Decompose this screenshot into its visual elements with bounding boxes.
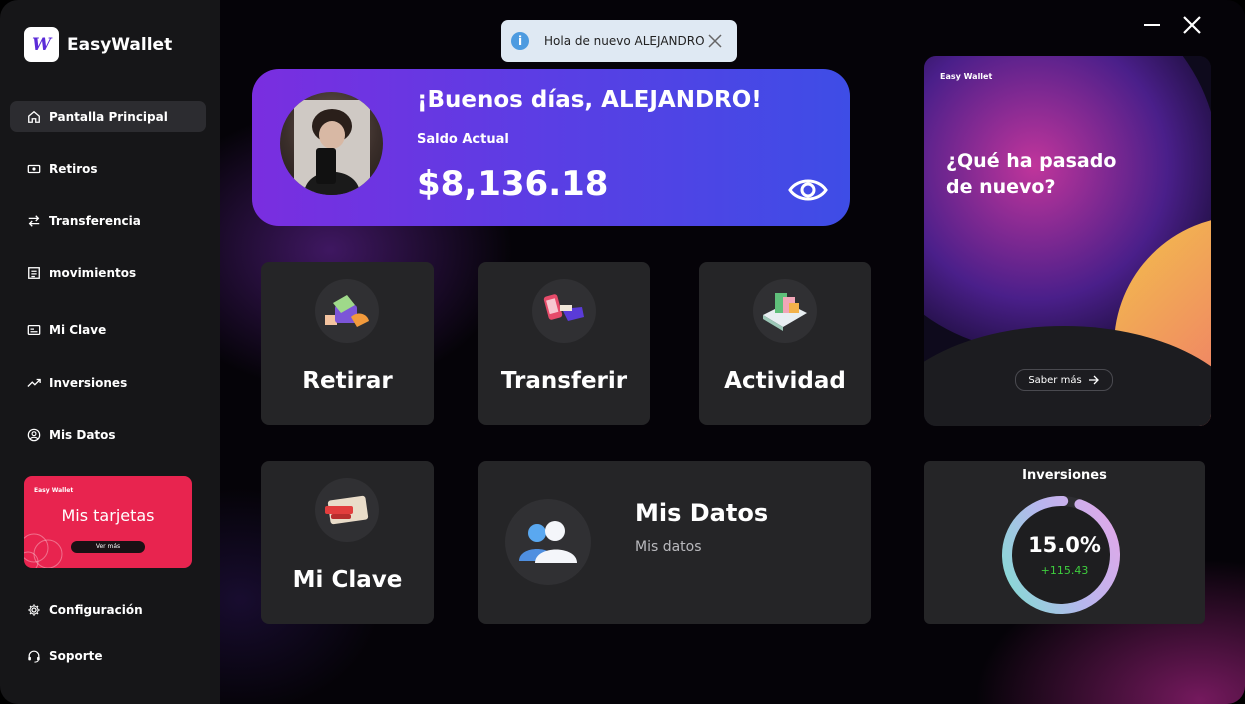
sidebar-item-soporte[interactable]: Soporte [10,640,206,671]
eye-icon[interactable] [788,175,828,205]
actividad-tile[interactable]: Actividad [699,262,871,425]
cash-icon [26,161,42,177]
trending-up-icon [26,375,42,391]
list-icon [26,265,42,281]
greeting: ¡Buenos días, ALEJANDRO! [417,87,762,113]
gear-icon [26,602,42,618]
info-icon: i [511,32,529,50]
saber-mas-button[interactable]: Saber más [1015,369,1113,391]
close-window-button[interactable] [1182,15,1202,35]
sidebar-item-label: Retiros [49,161,98,176]
headset-icon [26,648,42,664]
sidebar-item-movimientos[interactable]: movimientos [10,257,206,288]
transferir-tile[interactable]: Transferir [478,262,650,425]
promo-title: Mis tarjetas [61,506,155,525]
sidebar-item-label: Transferencia [49,213,141,228]
toast-close-icon[interactable] [708,34,722,48]
saber-mas-label: Saber más [1028,374,1082,386]
app-name: EasyWallet [67,34,173,55]
sidebar-item-label: Mis Datos [49,427,116,442]
mis-datos-subtitle: Mis datos [635,539,702,555]
sidebar-item-pantalla-principal[interactable]: Pantalla Principal [10,101,206,132]
investment-percent: 15.0% [1028,533,1101,557]
inversiones-title: Inversiones [1022,468,1107,483]
investment-delta: +115.43 [1040,564,1089,577]
sidebar-item-label: Pantalla Principal [49,109,168,124]
ver-mas-button[interactable]: Ver más [71,541,145,553]
promo-brand: Easy Wallet [34,487,74,494]
sidebar-item-label: Configuración [49,602,143,617]
mis-datos-tile[interactable]: Mis Datos Mis datos [478,461,871,624]
news-title: ¿Qué ha pasado de nuevo? [946,150,1117,198]
news-banner[interactable]: Easy Wallet ¿Qué ha pasado de nuevo? Sab… [924,56,1211,426]
mis-datos-title: Mis Datos [635,499,769,527]
activity-3d-icon [753,279,817,343]
tile-label: Retirar [302,368,393,394]
tile-label: Mi Clave [292,567,403,593]
transfer-3d-icon [532,279,596,343]
user-circle-icon [26,427,42,443]
news-brand: Easy Wallet [940,72,993,81]
welcome-toast: i Hola de nuevo ALEJANDRO [501,20,737,62]
sidebar-item-retiros[interactable]: Retiros [10,153,206,184]
sidebar-item-label: Mi Clave [49,322,107,337]
withdraw-3d-icon [315,279,379,343]
retirar-tile[interactable]: Retirar [261,262,434,425]
sidebar-item-label: Inversiones [49,375,128,390]
balance-label: Saldo Actual [417,132,509,147]
users-3d-icon [505,499,591,585]
home-icon [26,109,42,125]
balance-card: ¡Buenos días, ALEJANDRO! Saldo Actual $8… [252,69,850,226]
sidebar-item-mis-datos[interactable]: Mis Datos [10,419,206,450]
inversiones-widget[interactable]: Inversiones 15.0% +115.43 [924,461,1205,624]
sidebar-item-mi-clave[interactable]: Mi Clave [10,314,206,345]
logo-icon: W [24,27,59,62]
toast-message: Hola de nuevo ALEJANDRO [544,34,705,48]
tile-label: Transferir [500,368,628,394]
minimize-button[interactable] [1144,24,1160,26]
arrow-right-icon [1088,375,1099,385]
sidebar: W EasyWallet Pantalla Principal Retiros … [0,0,220,704]
sidebar-item-configuracion[interactable]: Configuración [10,594,206,625]
card-3d-icon [315,478,379,542]
mis-tarjetas-promo[interactable]: Easy Wallet Mis tarjetas Ver más [24,476,192,568]
logo[interactable]: W EasyWallet [24,27,172,62]
app-window: W EasyWallet Pantalla Principal Retiros … [0,0,1245,704]
tile-label: Actividad [724,368,846,394]
sidebar-item-label: Soporte [49,648,103,663]
sidebar-item-inversiones[interactable]: Inversiones [10,367,206,398]
avatar [280,92,383,195]
transfer-arrows-icon [26,213,42,229]
balance-amount: $8,136.18 [417,164,609,204]
card-icon [26,322,42,338]
mi-clave-tile[interactable]: Mi Clave [261,461,434,624]
sidebar-item-label: movimientos [49,265,137,280]
sidebar-item-transferencia[interactable]: Transferencia [10,205,206,236]
